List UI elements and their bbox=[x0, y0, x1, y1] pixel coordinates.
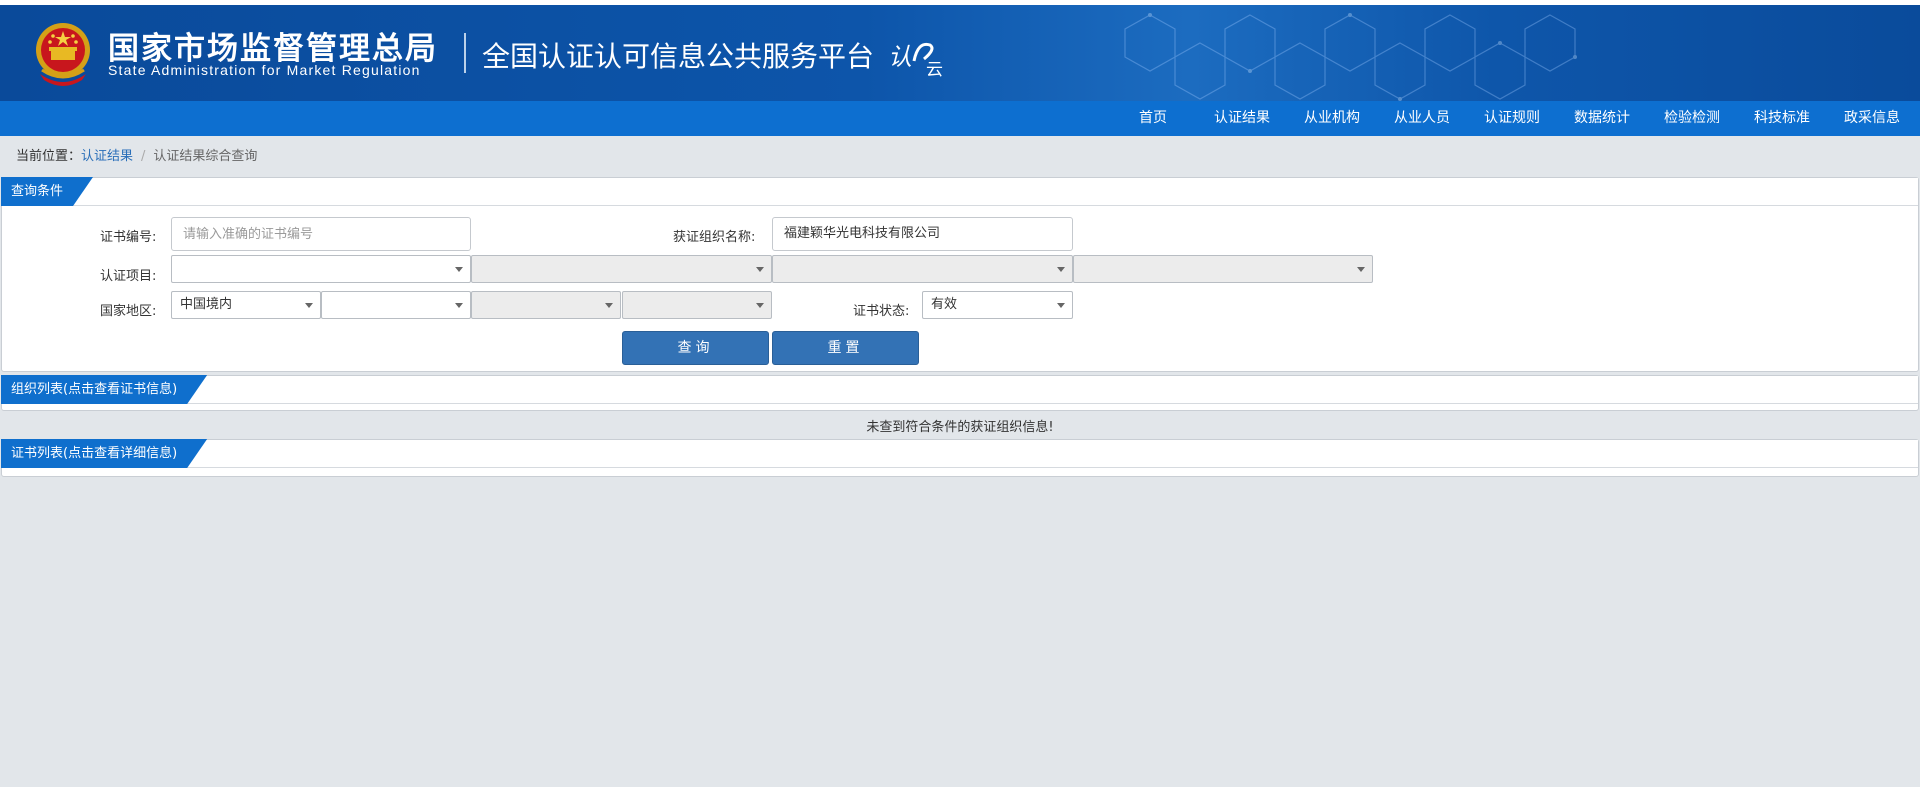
hexagon-pattern bbox=[1124, 13, 1577, 101]
project-select-3[interactable] bbox=[772, 255, 1073, 283]
region-select-district[interactable] bbox=[622, 291, 772, 319]
search-button[interactable]: 查询 bbox=[622, 331, 769, 365]
nav-item-institutions[interactable]: 从业机构 bbox=[1304, 101, 1360, 136]
project-select-1[interactable] bbox=[171, 255, 471, 283]
nav-item-inspection[interactable]: 检验检测 bbox=[1664, 101, 1720, 136]
chevron-down-icon bbox=[305, 303, 313, 308]
chevron-down-icon bbox=[1057, 303, 1065, 308]
region-select-country[interactable]: 中国境内 bbox=[171, 291, 321, 319]
breadcrumb: 当前位置：认证结果 / 认证结果综合查询 bbox=[16, 145, 257, 164]
svg-text:云: 云 bbox=[926, 60, 943, 79]
region-label: 国家地区: bbox=[100, 304, 157, 319]
project-label: 认证项目: bbox=[100, 269, 157, 284]
cert-list-header: 证书列表(点击查看详细信息) bbox=[2, 440, 1918, 468]
renyun-logo: 认 云 bbox=[888, 42, 943, 79]
chevron-down-icon bbox=[455, 267, 463, 272]
header-divider bbox=[464, 33, 466, 73]
org-name-label: 获证组织名称: bbox=[673, 230, 756, 245]
nav-item-cert-results[interactable]: 认证结果 bbox=[1214, 101, 1270, 136]
main-nav: 首页 认证结果 从业机构 从业人员 认证规则 数据统计 检验检测 科技标准 政采… bbox=[0, 101, 1920, 136]
national-emblem-icon bbox=[36, 23, 90, 86]
org-list-title: 组织列表(点击查看证书信息) bbox=[1, 375, 207, 404]
nav-item-home[interactable]: 首页 bbox=[1139, 101, 1167, 136]
cert-list-panel: 证书列表(点击查看详细信息) bbox=[1, 439, 1919, 477]
chevron-down-icon bbox=[1057, 267, 1065, 272]
query-panel-header: 查询条件 bbox=[2, 178, 1918, 206]
reset-button[interactable]: 重置 bbox=[772, 331, 919, 365]
nav-item-procurement[interactable]: 政采信息 bbox=[1844, 101, 1900, 136]
breadcrumb-prefix: 当前位置： bbox=[16, 149, 82, 164]
site-header: 国家市场监督管理总局 State Administration for Mark… bbox=[0, 5, 1920, 101]
nav-item-personnel[interactable]: 从业人员 bbox=[1394, 101, 1450, 136]
org-name-input[interactable]: 福建颖华光电科技有限公司 bbox=[772, 217, 1073, 251]
chevron-down-icon bbox=[1357, 267, 1365, 272]
chevron-down-icon bbox=[756, 267, 764, 272]
chevron-down-icon bbox=[605, 303, 613, 308]
org-list-empty-message: 未查到符合条件的获证组织信息! bbox=[866, 420, 1054, 435]
cert-list-title: 证书列表(点击查看详细信息) bbox=[1, 439, 207, 468]
platform-title: 全国认证认可信息公共服务平台 bbox=[482, 40, 875, 73]
chevron-down-icon bbox=[756, 303, 764, 308]
project-select-4[interactable] bbox=[1073, 255, 1373, 283]
region-select-city[interactable] bbox=[471, 291, 621, 319]
org-list-header: 组织列表(点击查看证书信息) bbox=[2, 376, 1918, 404]
breadcrumb-link-cert-results[interactable]: 认证结果 bbox=[81, 149, 133, 164]
nav-item-cert-rules[interactable]: 认证规则 bbox=[1484, 101, 1540, 136]
cert-no-input[interactable] bbox=[171, 217, 471, 251]
nav-item-standards[interactable]: 科技标准 bbox=[1754, 101, 1810, 136]
org-list-panel: 组织列表(点击查看证书信息) bbox=[1, 375, 1919, 411]
breadcrumb-current: 认证结果综合查询 bbox=[153, 149, 258, 164]
cert-no-label: 证书编号: bbox=[100, 230, 157, 245]
status-select[interactable]: 有效 bbox=[922, 291, 1073, 319]
svg-text:认: 认 bbox=[888, 43, 912, 71]
status-label: 证书状态: bbox=[853, 304, 910, 319]
project-select-2[interactable] bbox=[471, 255, 772, 283]
nav-item-statistics[interactable]: 数据统计 bbox=[1574, 101, 1630, 136]
org-name-english: State Administration for Market Regulati… bbox=[108, 62, 421, 78]
breadcrumb-separator: / bbox=[141, 149, 146, 164]
query-panel-title: 查询条件 bbox=[1, 177, 93, 206]
region-select-province[interactable] bbox=[321, 291, 471, 319]
chevron-down-icon bbox=[455, 303, 463, 308]
